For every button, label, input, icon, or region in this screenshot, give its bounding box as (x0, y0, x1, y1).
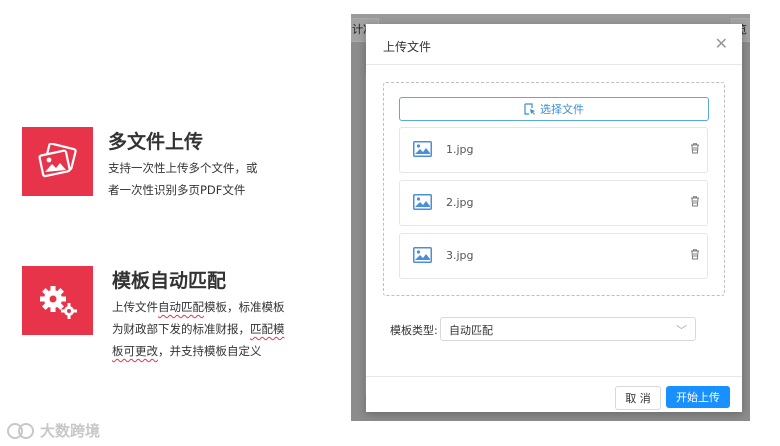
trash-icon[interactable] (689, 248, 701, 260)
image-icon (413, 194, 432, 210)
trash-icon[interactable] (689, 142, 701, 154)
select-file-button[interactable]: 选择文件 (399, 97, 709, 121)
image-icon (413, 141, 432, 157)
file-name: 3.jpg (446, 249, 474, 262)
image-icon (413, 247, 432, 263)
template-type-value: 自动匹配 (449, 324, 493, 337)
watermark: 大数跨境 (6, 420, 100, 441)
close-icon[interactable]: ✕ (715, 34, 728, 53)
select-file-label: 选择文件 (540, 103, 584, 116)
feature-title: 模板自动匹配 (112, 270, 227, 292)
desc-line: 为财政部下发的标准财报，匹配模 (112, 322, 285, 336)
dialog-title: 上传文件 (383, 40, 432, 54)
start-upload-button[interactable]: 开始上传 (666, 386, 730, 408)
feature-description: 上传文件自动匹配模板，标准模板 为财政部下发的标准财报，匹配模 板可更改，并支持… (112, 296, 312, 362)
trash-icon[interactable] (689, 195, 701, 207)
desc-line: 板可更改，并支持模板自定义 (112, 344, 262, 358)
desc-line: 者一次性识别多页PDF文件 (108, 183, 246, 197)
file-item: 1.jpg (399, 127, 708, 173)
divider (366, 64, 742, 65)
background-table-edge (351, 74, 366, 394)
gears-icon (39, 285, 77, 319)
watermark-text: 大数跨境 (40, 422, 101, 440)
select-file-icon (524, 103, 535, 115)
file-name: 2.jpg (446, 196, 474, 209)
cancel-button[interactable]: 取 消 (615, 386, 661, 410)
file-item: 2.jpg (399, 180, 708, 226)
feature-title: 多文件上传 (108, 131, 204, 153)
feature-tile (22, 266, 93, 335)
feature-tile (22, 127, 93, 196)
upload-dialog: 上传文件 ✕ 选择文件 1.jpg 2.jpg 3.jpg 模板类型: 自动匹配… (366, 24, 742, 412)
divider (366, 376, 742, 377)
file-name: 1.jpg (446, 143, 474, 156)
chevron-down-icon: ﹀ (676, 324, 687, 337)
file-item: 3.jpg (399, 233, 708, 279)
template-type-label: 模板类型: (390, 324, 438, 337)
file-drop-zone[interactable]: 选择文件 1.jpg 2.jpg 3.jpg (383, 82, 725, 296)
photos-icon (37, 142, 77, 177)
desc-line: 上传文件自动匹配模板，标准模板 (112, 300, 285, 314)
feature-description: 支持一次性上传多个文件，或 者一次性识别多页PDF文件 (108, 157, 308, 201)
watermark-logo-icon (7, 422, 34, 439)
template-type-select[interactable]: 自动匹配 ﹀ (440, 317, 696, 341)
desc-line: 支持一次性上传多个文件，或 (108, 161, 258, 175)
